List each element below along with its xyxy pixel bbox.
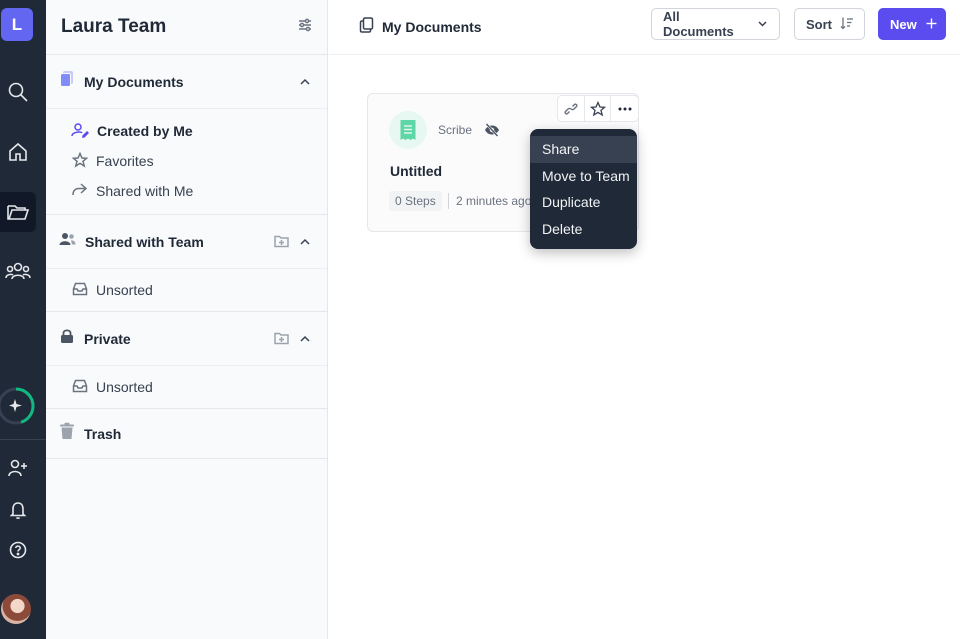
workspace-logo[interactable]: L (1, 8, 33, 41)
documents-icon (59, 70, 75, 93)
context-menu: Share Move to Team Duplicate Delete (530, 129, 637, 249)
document-kind: Scribe (438, 123, 473, 137)
document-title[interactable]: Untitled (390, 163, 442, 179)
breadcrumb: My Documents (359, 17, 482, 36)
section-header-shared-with-team[interactable]: Shared with Team (46, 215, 327, 268)
team-icon (59, 232, 76, 251)
documents-outline-icon (359, 17, 374, 36)
star-icon (71, 151, 89, 171)
main-content: My Documents All Documents Sort New Scri… (329, 0, 960, 639)
sidebar-item-favorites[interactable]: Favorites (71, 146, 327, 176)
bell-icon[interactable] (0, 490, 36, 530)
section-label: Trash (84, 425, 122, 442)
documents-sidebar: Laura Team My Documents Created by Me Fa… (46, 0, 328, 639)
copy-link-icon[interactable] (558, 96, 585, 121)
share-arrow-icon (71, 182, 88, 200)
trash-icon (59, 422, 75, 445)
section-label: My Documents (84, 73, 184, 90)
sidebar-item-shared-with-me[interactable]: Shared with Me (71, 176, 327, 206)
sidebar-header: Laura Team (46, 0, 327, 55)
inbox-tray-icon (71, 282, 88, 299)
chevron-up-icon[interactable] (299, 75, 311, 93)
chevron-down-icon (757, 17, 768, 32)
home-icon[interactable] (0, 132, 36, 172)
menu-item-move-to-team[interactable]: Move to Team (530, 163, 637, 190)
chevron-up-icon[interactable] (299, 235, 311, 253)
menu-item-delete[interactable]: Delete (530, 216, 637, 243)
card-actions (557, 95, 639, 122)
sparkle-icon (8, 398, 24, 419)
team-icon[interactable] (0, 251, 36, 291)
progress-ring[interactable] (0, 385, 37, 427)
help-icon[interactable] (0, 530, 36, 570)
menu-item-share[interactable]: Share (530, 136, 637, 163)
steps-badge: 0 Steps (389, 191, 442, 211)
sidebar-item-unsorted-team[interactable]: Unsorted (71, 275, 327, 305)
user-edit-icon (71, 122, 90, 141)
section-label: Private (84, 330, 131, 347)
receipt-doc-icon (389, 111, 427, 149)
section-label: Shared with Team (85, 233, 204, 250)
folder-open-icon[interactable] (0, 192, 36, 232)
settings-sliders-icon[interactable] (297, 17, 313, 38)
section-private: Private Unsorted (46, 312, 327, 409)
section-shared-with-team: Shared with Team Unsorted (46, 215, 327, 312)
top-bar: My Documents All Documents Sort New (329, 0, 960, 55)
search-icon[interactable] (0, 72, 36, 112)
favorite-star-icon[interactable] (585, 96, 612, 121)
add-folder-icon[interactable] (274, 234, 289, 253)
all-documents-dropdown[interactable]: All Documents (651, 8, 780, 40)
user-avatar[interactable] (1, 594, 31, 624)
section-header-my-documents[interactable]: My Documents (46, 55, 327, 108)
sort-icon (840, 16, 854, 33)
menu-item-duplicate[interactable]: Duplicate (530, 189, 637, 216)
team-name: Laura Team (61, 16, 167, 37)
section-my-documents: My Documents Created by Me Favorites Sha… (46, 55, 327, 215)
app-rail: L (0, 0, 46, 639)
lock-icon (59, 328, 75, 349)
inbox-tray-icon (71, 379, 88, 396)
page-title: My Documents (382, 18, 482, 35)
my-documents-items: Created by Me Favorites Shared with Me (46, 108, 327, 214)
section-trash: Trash (46, 409, 327, 459)
sort-button[interactable]: Sort (794, 8, 865, 40)
add-user-icon[interactable] (0, 448, 36, 488)
shared-with-team-items: Unsorted (46, 268, 327, 311)
eye-off-icon (484, 123, 500, 142)
section-header-private[interactable]: Private (46, 312, 327, 365)
add-folder-icon[interactable] (274, 331, 289, 350)
meta-divider (448, 193, 449, 209)
private-items: Unsorted (46, 365, 327, 408)
more-options-icon[interactable] (611, 96, 638, 121)
sidebar-item-trash[interactable]: Trash (46, 409, 327, 458)
modified-time: 2 minutes ago (456, 194, 532, 208)
rail-divider (0, 439, 46, 440)
plus-icon (926, 17, 937, 32)
chevron-up-icon[interactable] (299, 332, 311, 350)
sidebar-item-unsorted-private[interactable]: Unsorted (71, 372, 327, 402)
new-button[interactable]: New (878, 8, 946, 40)
sidebar-item-created-by-me[interactable]: Created by Me (71, 116, 327, 146)
